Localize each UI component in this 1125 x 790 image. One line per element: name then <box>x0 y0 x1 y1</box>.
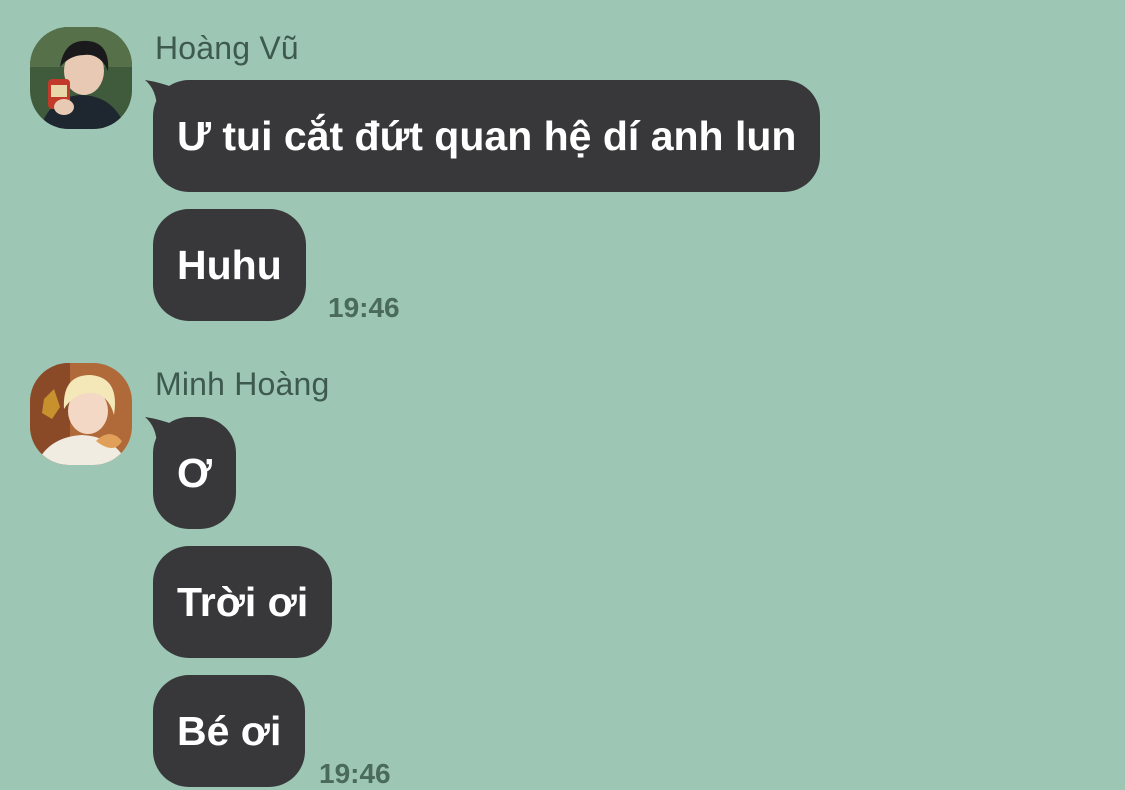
message-bubble[interactable]: Ư tui cắt đứt quan hệ dí anh lun <box>145 80 821 192</box>
user-avatar-dark-hair-icon <box>30 27 132 129</box>
message-text: Huhu <box>177 242 282 288</box>
message-bubble[interactable]: Huhu <box>153 209 306 321</box>
message-text: Ư tui cắt đứt quan hệ dí anh lun <box>177 113 797 159</box>
message-time: 19:46 <box>319 758 391 789</box>
message-text: Trời ơi <box>177 579 309 625</box>
sender-name: Hoàng Vũ <box>155 30 299 66</box>
avatar-minh-hoang[interactable] <box>30 363 132 465</box>
sender-name: Minh Hoàng <box>155 366 330 402</box>
bubble-tail-icon <box>145 417 175 447</box>
message-bubble[interactable]: Ơ <box>145 417 236 529</box>
message-time: 19:46 <box>328 292 400 323</box>
avatar-hoang-vu[interactable] <box>30 27 132 129</box>
message-text: Ơ <box>177 450 212 496</box>
bubble-tail-icon <box>145 80 175 110</box>
message-text: Bé ơi <box>177 708 282 754</box>
user-avatar-blonde-hair-icon <box>30 363 132 465</box>
message-bubble[interactable]: Trời ơi <box>153 546 333 658</box>
message-bubble[interactable]: Bé ơi <box>153 675 306 787</box>
